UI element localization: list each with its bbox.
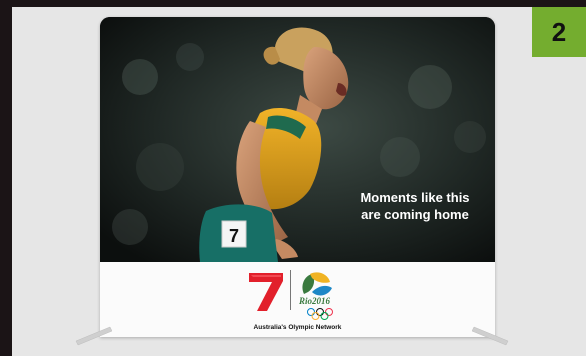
tagline-line-1: Moments like this	[360, 190, 470, 205]
network-label: Australia's Olympic Network	[253, 324, 342, 331]
athlete-photo-illustration: 7	[100, 17, 495, 262]
step-number-badge: 2	[532, 7, 586, 57]
rio-2016-wordmark: Rio2016	[299, 296, 331, 306]
pop-up-banner-display: 7 Moments like this are coming home Rio2…	[100, 17, 495, 337]
product-frame: 2 7 Moments like this are coming home Ri…	[12, 7, 586, 356]
rio-2016-emblem	[302, 272, 332, 296]
banner-footer: Rio2016 Australia's Olympic Network	[100, 262, 495, 337]
bib-number: 7	[229, 226, 239, 246]
olympic-rings-icon	[307, 308, 333, 320]
stand-foot-left	[75, 326, 112, 346]
logo-divider	[290, 270, 291, 310]
stand-foot-right	[472, 326, 509, 346]
seven-network-logo	[249, 273, 283, 311]
tagline-line-2: are coming home	[361, 207, 469, 222]
athlete-photo: 7	[100, 17, 495, 262]
tagline: Moments like this are coming home	[340, 189, 490, 223]
